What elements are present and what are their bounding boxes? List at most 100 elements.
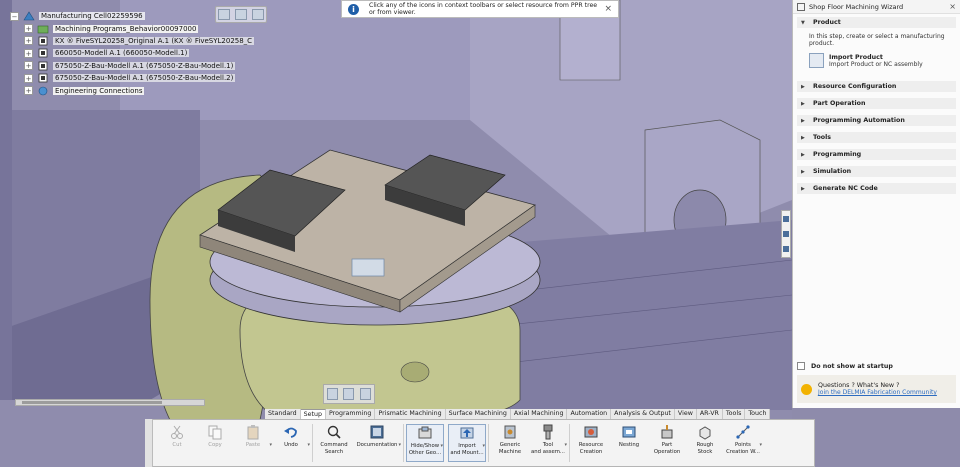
tab-programming[interactable]: Programming [325, 409, 376, 419]
view-tool-icon[interactable] [251, 9, 264, 20]
tree-item-label: KX ® FiveSYL20258_Original A.1 (KX ® Fiv… [53, 36, 255, 45]
tab-prismatic-machining[interactable]: Prismatic Machining [375, 409, 446, 419]
copy-button[interactable]: Copy [196, 424, 234, 449]
tab-surface-machining[interactable]: Surface Machining [445, 409, 511, 419]
section-product: ▼ Product In this step, create or select… [797, 17, 956, 71]
resource-creation-button[interactable]: Resource Creation [572, 424, 610, 455]
tab-automation[interactable]: Automation [567, 409, 612, 419]
nesting-button[interactable]: Nesting [610, 424, 648, 449]
side-mini-toolbar [781, 210, 791, 258]
section-title: Programming [813, 151, 862, 158]
tree-item-product-3[interactable]: + 675050-Z-Bau-Modell A.1 (675050-Z-Bau-… [10, 60, 236, 72]
context-tool-icon[interactable] [343, 388, 355, 400]
tree-item-product-2[interactable]: + 660050-Modell A.1 (660050-Modell.1) [10, 47, 210, 59]
caret-down-icon: ▼ [801, 19, 805, 26]
points-creation-label: Points Creation W... [726, 442, 760, 455]
context-tool-icon[interactable] [360, 388, 372, 400]
cut-button[interactable]: Cut [158, 424, 196, 449]
import-mount-label: Import and Mount... [450, 443, 484, 456]
side-tool-icon[interactable] [783, 230, 789, 237]
generic-machine-icon [502, 424, 518, 440]
documentation-label: Documentation [356, 442, 398, 448]
chevron-down-icon[interactable]: ▾ [440, 443, 443, 449]
scrollbar-thumb[interactable] [22, 401, 162, 404]
section-programming[interactable]: ▶ Programming [797, 149, 956, 160]
chevron-down-icon[interactable]: ▾ [482, 443, 485, 449]
points-creation-button[interactable]: Points Creation W... ▾ [724, 424, 762, 455]
ppr-tree: − Manufacturing Cell02259596 + Machining… [10, 10, 255, 97]
tree-item-product-1[interactable]: + KX ® FiveSYL20258_Original A.1 (KX ® F… [10, 35, 255, 47]
section-tools[interactable]: ▶ Tools [797, 132, 956, 143]
tab-view[interactable]: View [674, 409, 697, 419]
side-tool-icon[interactable] [783, 246, 789, 253]
tree-item-machining-programs[interactable]: + Machining Programs_Behavior00097000 [10, 22, 210, 34]
tab-tools[interactable]: Tools [722, 409, 746, 419]
tree-item-engineering-connections[interactable]: + Engineering Connections [10, 84, 210, 96]
section-generate-nc-code[interactable]: ▶ Generate NC Code [797, 183, 956, 194]
section-title: Programming Automation [813, 117, 905, 124]
tab-touch[interactable]: Touch [745, 409, 771, 419]
tool-assembly-button[interactable]: Tool and assem... ▾ [529, 424, 567, 455]
tree-item-product-4[interactable]: + 675050-Z-Bau-Modell A.1 (675050-Z-Bau-… [10, 72, 236, 84]
tab-analysis-output[interactable]: Analysis & Output [611, 409, 675, 419]
expand-icon[interactable]: + [24, 36, 33, 46]
undo-button[interactable]: Undo ▾ [272, 424, 310, 449]
import-product-icon [809, 53, 824, 68]
expand-icon[interactable]: + [24, 24, 33, 34]
section-header-product[interactable]: ▼ Product [797, 17, 956, 28]
section-programming-automation[interactable]: ▶ Programming Automation [797, 115, 956, 126]
product-icon [36, 60, 49, 71]
expand-icon[interactable]: + [24, 61, 33, 71]
action-bar-handle[interactable] [145, 419, 153, 467]
part-operation-button[interactable]: Part Operation [648, 424, 686, 455]
tree-scrollbar[interactable] [15, 399, 205, 406]
section-simulation[interactable]: ▶ Simulation [797, 166, 956, 177]
context-tool-icon[interactable] [326, 388, 338, 400]
expand-icon[interactable]: + [24, 73, 33, 83]
nesting-label: Nesting [618, 442, 640, 448]
do-not-show-checkbox[interactable] [797, 362, 805, 370]
chevron-down-icon[interactable]: ▾ [398, 442, 401, 448]
tree-item-label: Machining Programs_Behavior00097000 [53, 24, 199, 33]
section-title: Simulation [813, 168, 852, 175]
collapse-icon[interactable]: − [10, 11, 19, 21]
do-not-show-row[interactable]: Do not show at startup [797, 362, 956, 370]
chevron-down-icon[interactable]: ▾ [564, 442, 567, 448]
side-tool-icon[interactable] [783, 215, 789, 222]
questions-link[interactable]: Questions ? What's New ? [818, 382, 937, 389]
caret-right-icon: ▶ [801, 100, 805, 107]
expand-icon[interactable]: + [24, 86, 33, 96]
generic-machine-button[interactable]: Generic Machine [491, 424, 529, 455]
import-product-item[interactable]: Import Product Import Product or NC asse… [809, 53, 952, 68]
view-tool-icon[interactable] [234, 9, 247, 20]
hide-show-button[interactable]: Hide/Show Other Geo... ▾ [406, 424, 444, 462]
caret-right-icon: ▶ [801, 117, 805, 124]
close-icon[interactable]: × [604, 4, 612, 14]
do-not-show-label: Do not show at startup [811, 362, 893, 370]
paste-button[interactable]: Paste ▾ [234, 424, 272, 449]
tab-setup[interactable]: Setup [300, 409, 326, 419]
expand-icon[interactable]: + [24, 48, 33, 58]
close-icon[interactable]: × [949, 2, 956, 11]
manufacturing-cell-icon [22, 11, 35, 22]
command-search-button[interactable]: Command Search [315, 424, 353, 455]
undo-label: Undo [284, 442, 298, 448]
paste-icon [245, 424, 261, 440]
chevron-down-icon[interactable]: ▾ [307, 442, 310, 448]
tool-assembly-label: Tool and assem... [531, 442, 565, 455]
tree-item-root[interactable]: − Manufacturing Cell02259596 [10, 10, 210, 22]
community-link[interactable]: Join the DELMIA Fabrication Community [818, 389, 937, 396]
section-title: Part Operation [813, 100, 866, 107]
documentation-button[interactable]: Documentation ▾ [353, 424, 401, 449]
rough-stock-button[interactable]: Rough Stock [686, 424, 724, 455]
section-resource-configuration[interactable]: ▶ Resource Configuration [797, 81, 956, 92]
chevron-down-icon[interactable]: ▾ [759, 442, 762, 448]
import-mount-button[interactable]: Import and Mount... ▾ [448, 424, 486, 462]
tab-axial-machining[interactable]: Axial Machining [510, 409, 568, 419]
tab-ar-vr[interactable]: AR-VR [696, 409, 723, 419]
caret-right-icon: ▶ [801, 83, 805, 90]
section-part-operation[interactable]: ▶ Part Operation [797, 98, 956, 109]
view-tool-icon[interactable] [218, 9, 231, 20]
copy-icon [207, 424, 223, 440]
tab-standard[interactable]: Standard [265, 409, 301, 419]
